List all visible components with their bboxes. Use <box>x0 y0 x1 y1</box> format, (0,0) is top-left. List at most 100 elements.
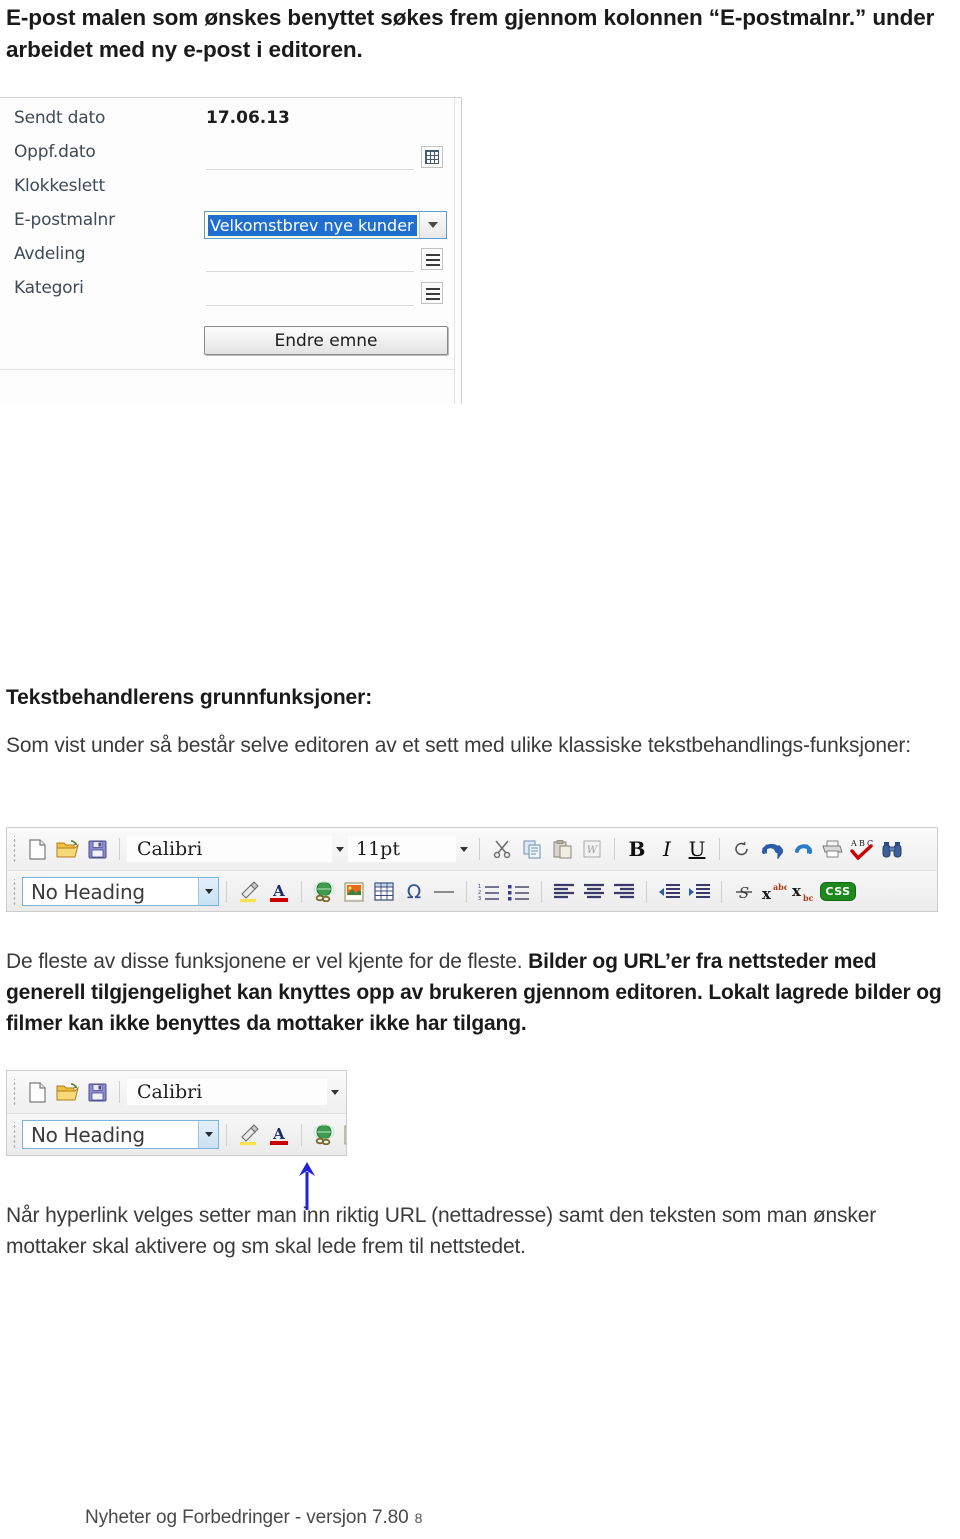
print-icon[interactable] <box>817 834 847 864</box>
hyperlink-globe-icon[interactable] <box>309 877 339 907</box>
field-label-sendt-dato: Sendt dato <box>14 108 106 128</box>
paste-icon[interactable] <box>547 834 577 864</box>
email-form-screenshot: Sendt dato 17.06.13 Oppf.dato Klokkeslet… <box>0 97 462 404</box>
horizontal-rule-icon[interactable] <box>429 877 459 907</box>
bold-label: B <box>628 837 646 861</box>
align-center-icon[interactable] <box>579 877 609 907</box>
new-document-icon[interactable] <box>22 1077 52 1107</box>
open-folder-icon[interactable] <box>52 834 82 864</box>
toolbar-separator <box>541 880 542 903</box>
form-row-kategori: Kategori <box>0 278 461 312</box>
field-label-kategori: Kategori <box>14 278 84 298</box>
italic-icon[interactable]: I <box>652 834 682 864</box>
hyperlink-globe-icon[interactable] <box>309 1120 339 1150</box>
toolbar-grip-handle[interactable] <box>11 878 18 905</box>
chevron-down-icon[interactable] <box>198 1121 218 1148</box>
toolbar-separator <box>479 838 480 860</box>
spellcheck-icon[interactable]: A B C <box>847 834 877 864</box>
heading-style-combobox[interactable]: No Heading <box>22 1120 219 1149</box>
align-right-icon[interactable] <box>609 877 639 907</box>
open-folder-icon[interactable] <box>52 1077 82 1107</box>
toolbar-crop-row-1: Calibri <box>7 1071 346 1113</box>
indent-icon[interactable] <box>684 877 714 907</box>
redo-icon[interactable] <box>787 834 817 864</box>
toolbar-crop-row-2: No Heading A <box>7 1113 346 1155</box>
subscript-icon[interactable]: x bc <box>789 877 819 907</box>
numbered-list-icon[interactable]: 1 2 3 <box>474 877 504 907</box>
css-label: CSS <box>820 882 856 901</box>
toolbar-separator <box>226 1123 227 1146</box>
calendar-grid-glyph <box>425 150 439 164</box>
bold-icon[interactable]: B <box>622 834 652 864</box>
copy-icon[interactable] <box>517 834 547 864</box>
toolbar-grip-handle[interactable] <box>11 836 18 862</box>
font-name-dropdown-icon[interactable] <box>327 1089 343 1095</box>
form-row-oppf-dato: Oppf.dato <box>0 142 461 176</box>
form-row-sendt-dato: Sendt dato 17.06.13 <box>0 108 461 142</box>
toolbar-row-2: No Heading A Ω 1 2 3 S x ab x bc CSS <box>7 870 937 911</box>
lookup-list-icon[interactable] <box>421 248 443 270</box>
toolbar-separator <box>119 1081 120 1103</box>
form-divider <box>0 369 455 370</box>
toolbar-separator <box>466 880 467 903</box>
italic-label: I <box>663 837 671 861</box>
field-underline <box>206 169 414 170</box>
font-name-field[interactable]: Calibri <box>127 836 332 862</box>
paste-from-word-icon[interactable]: W <box>577 834 607 864</box>
special-character-icon[interactable]: Ω <box>399 877 429 907</box>
toolbar-grip-handle[interactable] <box>11 1079 18 1105</box>
epostmalnr-combobox[interactable]: Velkomstbrev nye kunder <box>204 211 447 239</box>
svg-text:bc: bc <box>803 893 814 902</box>
editor-toolbar-crop-screenshot: Calibri No Heading A <box>6 1070 347 1156</box>
chevron-down-icon[interactable] <box>198 878 218 905</box>
body-paragraph-1-plain: De fleste av disse funksjonene er vel kj… <box>6 950 529 973</box>
toolbar-grip-handle[interactable] <box>11 1121 18 1148</box>
omega-glyph: Ω <box>406 880 422 903</box>
calendar-picker-icon[interactable] <box>421 146 443 168</box>
font-size-dropdown-icon[interactable] <box>456 846 472 852</box>
toolbar-separator <box>721 880 722 903</box>
font-size-field[interactable]: 11pt <box>348 836 456 862</box>
svg-text:S: S <box>739 884 749 902</box>
align-left-icon[interactable] <box>549 877 579 907</box>
footer-page-number: 8 <box>414 1510 423 1526</box>
heading-style-combobox[interactable]: No Heading <box>22 877 219 906</box>
underline-icon[interactable]: U <box>682 834 712 864</box>
outdent-icon[interactable] <box>654 877 684 907</box>
highlight-pen-icon[interactable] <box>234 877 264 907</box>
insert-image-icon[interactable] <box>339 1120 346 1150</box>
undo-icon[interactable] <box>757 834 787 864</box>
refresh-icon[interactable] <box>727 834 757 864</box>
underline-label: U <box>688 837 706 861</box>
svg-text:abc: abc <box>773 882 787 892</box>
save-disk-icon[interactable] <box>82 834 112 864</box>
superscript-icon[interactable]: x abc <box>759 877 789 907</box>
bulleted-list-icon[interactable] <box>504 877 534 907</box>
heading-style-value: No Heading <box>31 879 145 904</box>
toolbar-separator <box>226 880 227 903</box>
chevron-down-icon[interactable] <box>419 212 446 238</box>
editor-toolbar-screenshot: Calibri 11pt W B I U A B C No Heading A … <box>6 827 938 912</box>
cut-scissors-icon[interactable] <box>487 834 517 864</box>
lookup-list-icon[interactable] <box>421 282 443 304</box>
css-icon[interactable]: CSS <box>819 877 857 907</box>
toolbar-separator <box>719 838 720 860</box>
strikethrough-icon[interactable]: S <box>729 877 759 907</box>
form-row-epostmalnr: E-postmalnr Velkomstbrev nye kunder <box>0 210 461 244</box>
field-underline <box>206 305 414 306</box>
new-document-icon[interactable] <box>22 834 52 864</box>
section-intro-paragraph: Som vist under så består selve editoren … <box>6 734 911 757</box>
font-name-dropdown-icon[interactable] <box>332 846 348 852</box>
save-disk-icon[interactable] <box>82 1077 112 1107</box>
insert-image-icon[interactable] <box>339 877 369 907</box>
endre-emne-button[interactable]: Endre emne <box>204 326 448 355</box>
highlight-pen-icon[interactable] <box>234 1120 264 1150</box>
form-row-avdeling: Avdeling <box>0 244 461 278</box>
find-binoculars-icon[interactable] <box>877 834 907 864</box>
font-color-icon[interactable]: A <box>264 877 294 907</box>
insert-table-icon[interactable] <box>369 877 399 907</box>
svg-text:x: x <box>762 885 772 902</box>
font-color-icon[interactable]: A <box>264 1120 294 1150</box>
font-name-field[interactable]: Calibri <box>127 1079 327 1105</box>
toolbar-separator <box>646 880 647 903</box>
